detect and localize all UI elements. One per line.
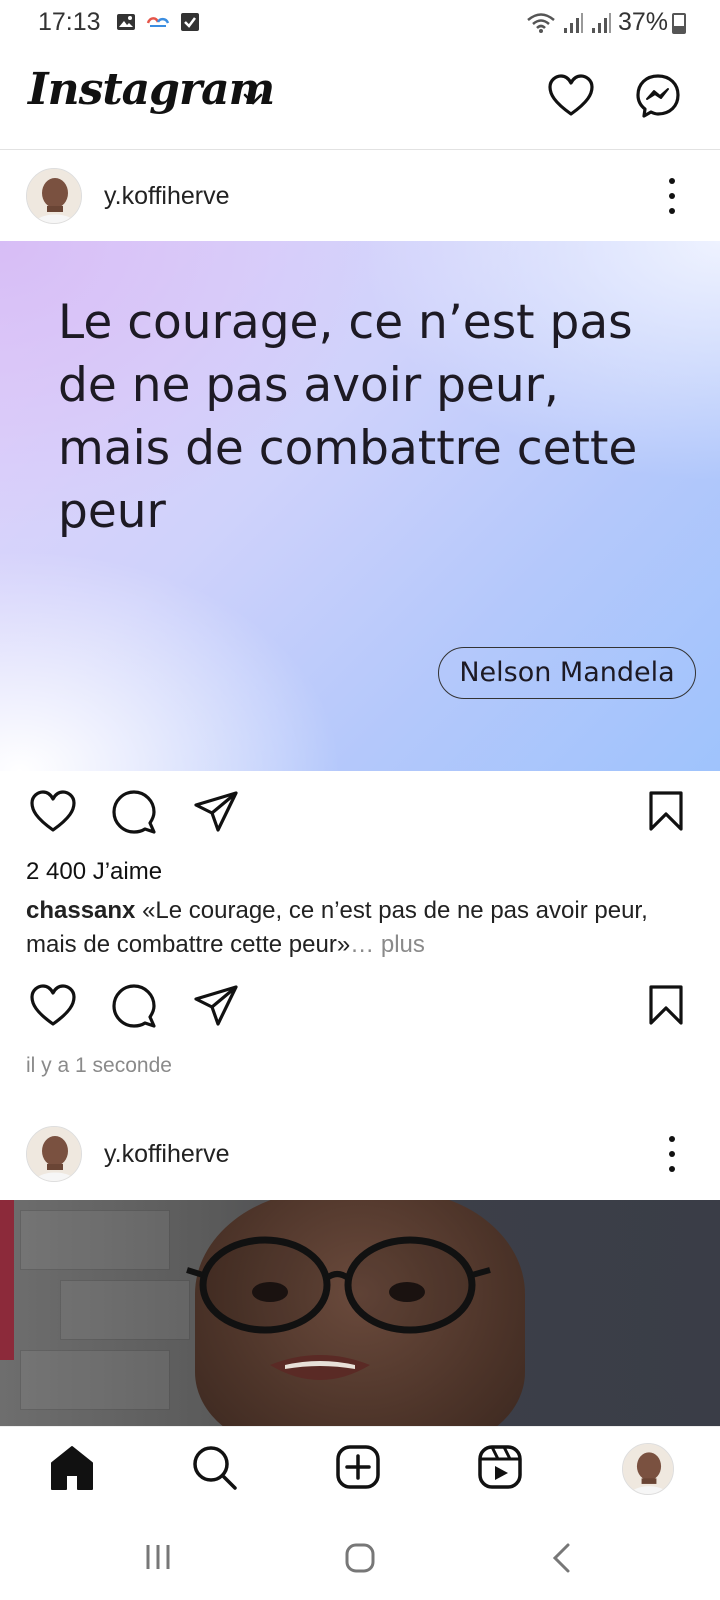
recents-icon[interactable]: [144, 1542, 174, 1572]
create-icon[interactable]: [336, 1445, 380, 1489]
status-bar: 17:13 37%: [0, 0, 720, 46]
wifi-icon: [527, 12, 555, 33]
share-send-icon[interactable]: [194, 790, 238, 834]
quote-line: de ne pas avoir peur,: [58, 358, 559, 413]
system-nav: [0, 1516, 720, 1600]
signal-icon: [591, 12, 611, 33]
battery-icon: [672, 13, 686, 34]
glasses: [186, 1236, 491, 1334]
comment-icon[interactable]: [112, 984, 156, 1028]
checkbox-icon: [181, 13, 199, 31]
quote-author: Nelson Mandela: [438, 647, 696, 699]
username[interactable]: y.koffiherve: [104, 1140, 230, 1169]
post-caption: chassanx «Le courage, ce n’est pas de ne…: [26, 894, 696, 962]
post-header: y.koffiherve: [0, 1108, 720, 1198]
bookmark-icon[interactable]: [648, 790, 684, 832]
back-icon[interactable]: [550, 1542, 572, 1574]
status-left-icons: [116, 12, 200, 32]
quote-line: mais de combattre cette: [58, 421, 638, 476]
comment-icon[interactable]: [112, 790, 156, 834]
reels-icon[interactable]: [478, 1445, 522, 1489]
post-actions: [0, 972, 720, 1042]
quote-line: Le courage, ce n’est pas: [58, 295, 633, 350]
search-icon[interactable]: [192, 1445, 238, 1491]
more-options-icon[interactable]: [662, 178, 682, 214]
cloud-icon: [146, 17, 170, 27]
username[interactable]: y.koffiherve: [104, 182, 230, 211]
status-time: 17:13: [38, 8, 101, 36]
background-strip: [0, 1200, 14, 1360]
caption-more-link[interactable]: … plus: [350, 931, 425, 958]
bottom-nav: [0, 1426, 720, 1516]
post-actions: [0, 778, 720, 848]
caption-username[interactable]: chassanx: [26, 897, 135, 924]
like-heart-icon[interactable]: [30, 984, 76, 1028]
messenger-icon[interactable]: [636, 74, 680, 118]
app-header: Instagram: [0, 46, 720, 150]
share-send-icon[interactable]: [194, 984, 238, 1028]
signal-icon: [563, 12, 583, 33]
mouth: [270, 1355, 370, 1380]
chevron-down-icon[interactable]: [242, 92, 264, 106]
home-circle-icon[interactable]: [344, 1542, 376, 1574]
avatar[interactable]: [26, 1126, 82, 1182]
post-header: y.koffiherve: [0, 150, 720, 240]
instagram-logo[interactable]: Instagram: [28, 64, 275, 115]
quote-text: Le courage, ce n’est pas de ne pas avoir…: [58, 291, 658, 543]
quote-line: peur: [58, 484, 166, 539]
post-image[interactable]: [0, 1200, 720, 1426]
avatar[interactable]: [26, 168, 82, 224]
post-image[interactable]: Le courage, ce n’est pas de ne pas avoir…: [0, 241, 720, 771]
image-icon: [117, 14, 135, 30]
like-count[interactable]: 2 400 J’aime: [26, 858, 162, 886]
status-right: 37%: [526, 8, 668, 37]
battery-percent: 37%: [617, 8, 668, 36]
post-timestamp: il y a 1 seconde: [26, 1054, 172, 1077]
profile-avatar[interactable]: [622, 1443, 674, 1495]
like-heart-icon[interactable]: [30, 790, 76, 834]
more-options-icon[interactable]: [662, 1136, 682, 1172]
home-icon[interactable]: [50, 1445, 94, 1491]
bookmark-icon[interactable]: [648, 984, 684, 1026]
heart-icon[interactable]: [548, 74, 594, 118]
